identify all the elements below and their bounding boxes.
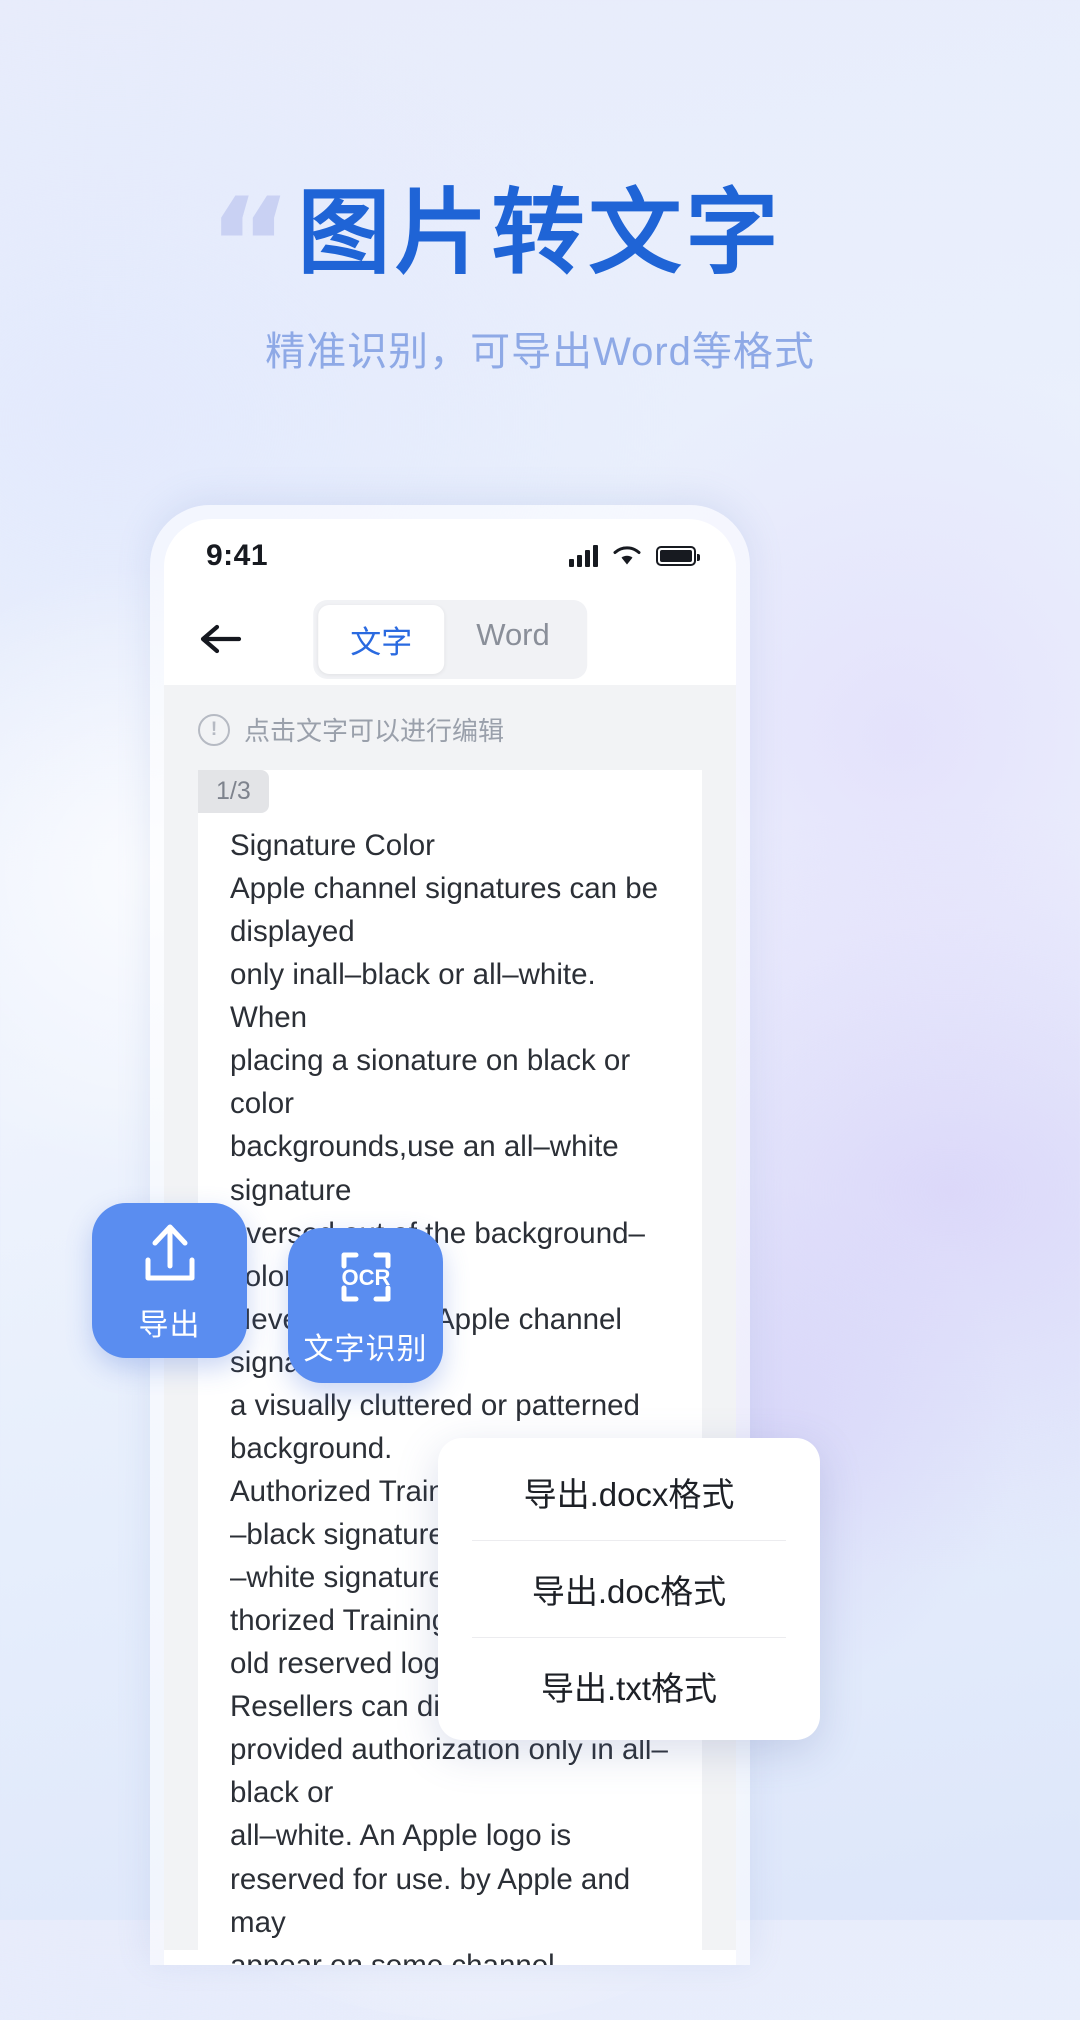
- menu-item-docx[interactable]: 导出.docx格式: [438, 1444, 820, 1540]
- document-area: 1/3 Signature Color Apple channel signat…: [164, 770, 736, 1965]
- navigation-bar: 文字 Word: [164, 593, 736, 685]
- ocr-fab-button[interactable]: OCR 文字识别: [288, 1228, 443, 1383]
- ocr-scan-icon: OCR: [341, 1252, 390, 1301]
- menu-item-doc[interactable]: 导出.doc格式: [438, 1541, 820, 1637]
- status-bar: 9:41: [164, 519, 736, 593]
- tab-word[interactable]: Word: [444, 605, 582, 674]
- svg-text:OCR: OCR: [341, 1265, 390, 1290]
- menu-item-txt[interactable]: 导出.txt格式: [438, 1638, 820, 1734]
- page-subtitle: 精准识别，可导出Word等格式: [265, 330, 815, 374]
- status-icons: [569, 545, 700, 567]
- edit-hint-text: 点击文字可以进行编辑: [244, 716, 505, 746]
- status-time: 9:41: [206, 539, 269, 572]
- export-fab-label: 导出: [138, 1308, 201, 1342]
- wifi-icon: [613, 546, 641, 565]
- upload-export-icon: [145, 1224, 194, 1280]
- tab-text[interactable]: 文字: [318, 604, 445, 674]
- export-format-menu: 导出.docx格式 导出.doc格式 导出.txt格式: [438, 1438, 820, 1740]
- format-tab-group: 文字 Word: [313, 599, 587, 679]
- edit-hint-bar: ! 点击文字可以进行编辑: [164, 685, 736, 770]
- ocr-fab-label: 文字识别: [303, 1332, 428, 1366]
- battery-full-icon: [656, 546, 700, 566]
- page-indicator-badge: 1/3: [198, 770, 269, 813]
- info-circle-icon: !: [198, 713, 230, 746]
- page-title: 图片转文字: [297, 181, 783, 285]
- phone-screen: 9:41 文字 Word ! 点击文字可以进行编辑 1/3 Signature …: [164, 519, 736, 1965]
- signal-bars-icon: [569, 545, 598, 567]
- back-arrow-icon[interactable]: [198, 616, 244, 662]
- recognized-text[interactable]: Signature Color Apple channel signatures…: [198, 770, 702, 1965]
- document-card[interactable]: 1/3 Signature Color Apple channel signat…: [198, 770, 702, 1965]
- export-fab-button[interactable]: 导出: [92, 1203, 247, 1358]
